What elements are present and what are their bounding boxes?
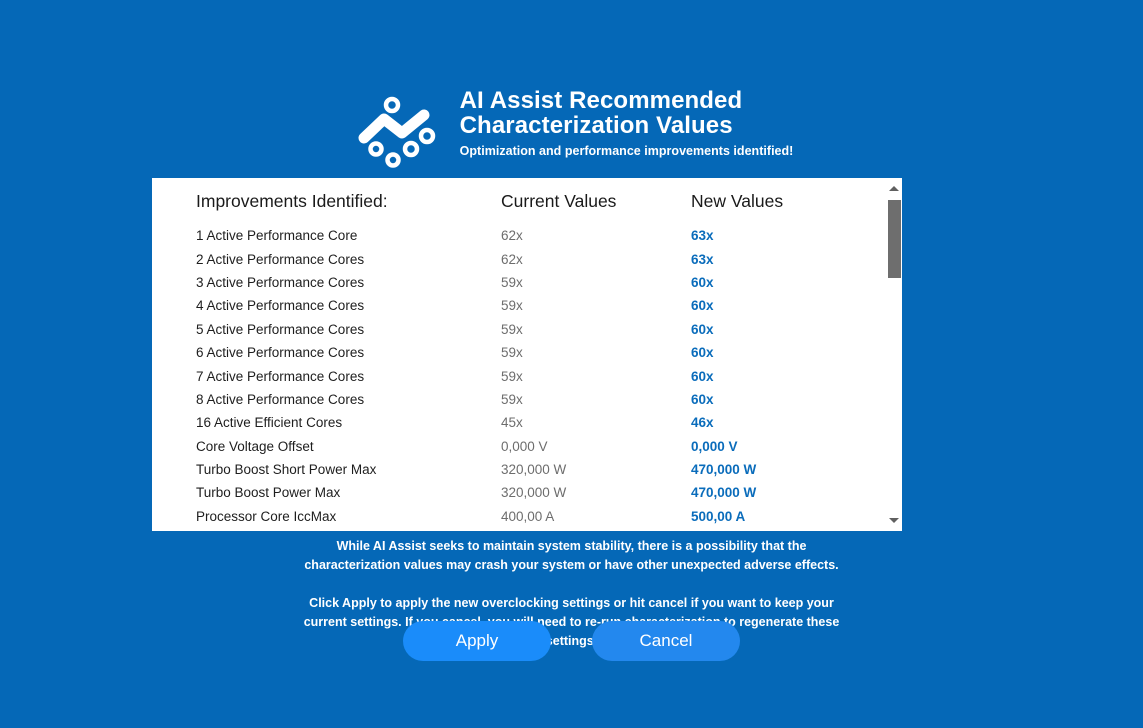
- row-current-value: 0,000 V: [501, 438, 548, 454]
- table-header-row: Improvements Identified: Current Values …: [152, 178, 886, 224]
- row-new-value: 60x: [691, 321, 714, 337]
- row-current-value: 400,00 A: [501, 508, 555, 524]
- table-row[interactable]: Core Voltage Offset 0,000 V 0,000 V: [152, 435, 886, 458]
- row-label: Turbo Boost Short Power Max: [196, 462, 377, 478]
- row-current-value: 59x: [501, 368, 523, 384]
- table-row[interactable]: 8 Active Performance Cores 59x 60x: [152, 388, 886, 411]
- row-new-value: 46x: [691, 415, 714, 431]
- scroll-down-arrow-icon[interactable]: [886, 512, 902, 529]
- row-new-value: 60x: [691, 274, 714, 290]
- row-label: 8 Active Performance Cores: [196, 391, 365, 407]
- row-new-value: 60x: [691, 391, 714, 407]
- row-label: Core Voltage Offset: [196, 438, 314, 454]
- improvements-panel: Improvements Identified: Current Values …: [152, 178, 902, 531]
- row-new-value: 60x: [691, 368, 714, 384]
- table-row[interactable]: 4 Active Performance Cores 59x 60x: [152, 294, 886, 317]
- row-current-value: 320,000 W: [501, 462, 567, 478]
- dialog-title-line2: Characterization Values: [459, 112, 733, 139]
- row-label: 6 Active Performance Cores: [196, 345, 365, 361]
- row-new-value: 500,00 A: [691, 508, 746, 524]
- table-row[interactable]: 16 Active Efficient Cores 45x 46x: [152, 411, 886, 434]
- row-label: 7 Active Performance Cores: [196, 368, 365, 384]
- row-label: 5 Active Performance Cores: [196, 321, 365, 337]
- row-label: 16 Active Efficient Cores: [196, 415, 343, 431]
- row-label: Turbo Boost Power Max: [196, 485, 341, 501]
- dialog-title: AI Assist Recommended Characterization V…: [460, 88, 760, 138]
- stability-warning-text: While AI Assist seeks to maintain system…: [304, 539, 839, 572]
- row-label: 2 Active Performance Cores: [196, 251, 365, 267]
- scroll-up-arrow-icon[interactable]: [886, 180, 902, 197]
- row-new-value: 470,000 W: [691, 462, 757, 478]
- column-header-name: Improvements Identified:: [196, 190, 388, 211]
- row-current-value: 59x: [501, 274, 523, 290]
- column-header-current: Current Values: [501, 190, 617, 211]
- row-label: 4 Active Performance Cores: [196, 298, 365, 314]
- table-row[interactable]: 2 Active Performance Cores 62x 63x: [152, 247, 886, 270]
- row-current-value: 59x: [501, 298, 523, 314]
- table-row[interactable]: 7 Active Performance Cores 59x 60x: [152, 364, 886, 387]
- table-row[interactable]: Processor Core IccMax 400,00 A 500,00 A: [152, 505, 886, 528]
- row-current-value: 59x: [501, 321, 523, 337]
- table-row[interactable]: Turbo Boost Short Power Max 320,000 W 470,…: [152, 458, 886, 481]
- apply-button[interactable]: Apply: [403, 621, 551, 661]
- row-current-value: 59x: [501, 345, 523, 361]
- row-new-value: 63x: [691, 251, 714, 267]
- table-row[interactable]: Turbo Boost Power Max 320,000 W 470,000 W: [152, 481, 886, 504]
- ai-assist-scatter-logo-icon: [350, 92, 442, 170]
- row-new-value: 0,000 V: [691, 438, 738, 454]
- table-row[interactable]: 6 Active Performance Cores 59x 60x: [152, 341, 886, 364]
- dialog-actions: Apply Cancel: [0, 621, 1143, 661]
- row-new-value: 60x: [691, 298, 714, 314]
- row-current-value: 62x: [501, 251, 523, 267]
- table-row[interactable]: 3 Active Performance Cores 59x 60x: [152, 271, 886, 294]
- improvements-table: Improvements Identified: Current Values …: [152, 178, 886, 528]
- row-current-value: 59x: [501, 391, 523, 407]
- row-current-value: 45x: [501, 415, 523, 431]
- dialog-subtitle: Optimization and performance improvement…: [459, 144, 794, 158]
- improvements-scroll-viewport[interactable]: Improvements Identified: Current Values …: [152, 178, 886, 531]
- row-label: Processor Core IccMax: [196, 508, 337, 524]
- table-row[interactable]: 5 Active Performance Cores 59x 60x: [152, 318, 886, 341]
- row-current-value: 320,000 W: [501, 485, 567, 501]
- dialog-title-line1: AI Assist Recommended: [459, 87, 743, 114]
- table-row[interactable]: 1 Active Performance Core 62x 63x: [152, 224, 886, 247]
- row-new-value: 470,000 W: [691, 485, 757, 501]
- improvements-scrollbar[interactable]: [886, 178, 902, 531]
- dialog-header: AI Assist Recommended Characterization V…: [0, 86, 1143, 170]
- column-header-new: New Values: [691, 190, 784, 211]
- row-label: 3 Active Performance Cores: [196, 274, 365, 290]
- row-current-value: 62x: [501, 228, 523, 244]
- row-new-value: 63x: [691, 228, 714, 244]
- cancel-button[interactable]: Cancel: [592, 621, 740, 661]
- row-new-value: 60x: [691, 345, 714, 361]
- scrollbar-thumb[interactable]: [888, 200, 901, 278]
- improvements-table-body: 1 Active Performance Core 62x 63x 2 Active …: [152, 224, 886, 528]
- row-label: 1 Active Performance Core: [196, 228, 358, 244]
